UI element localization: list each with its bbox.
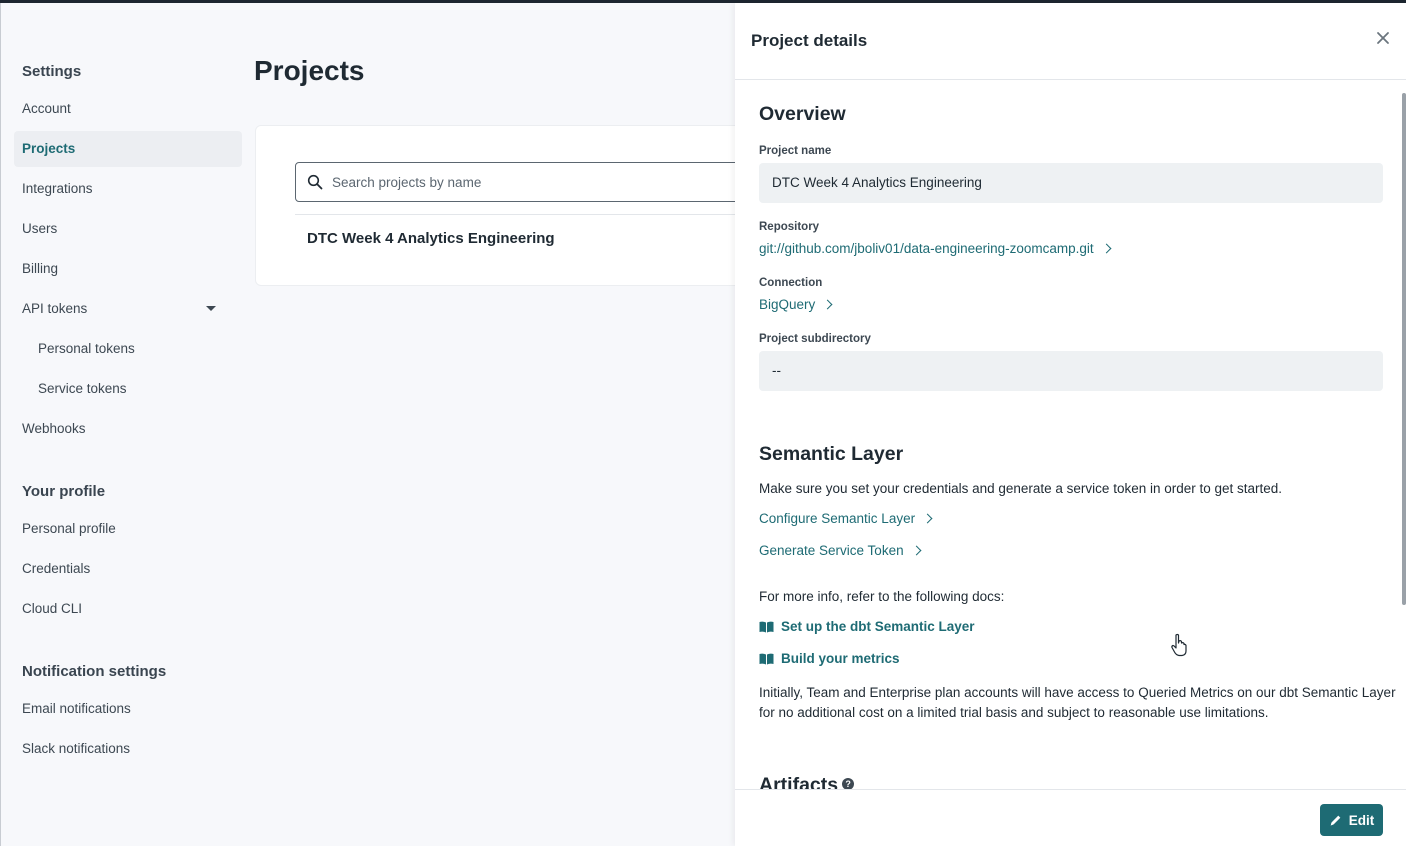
app-root: Settings Account Projects Integrations U… bbox=[0, 3, 1406, 846]
settings-heading: Settings bbox=[22, 63, 82, 80]
edit-button[interactable]: Edit bbox=[1320, 804, 1383, 836]
configure-link-text: Configure Semantic Layer bbox=[759, 511, 916, 526]
chevron-right-icon bbox=[822, 299, 833, 310]
generate-service-token-link[interactable]: Generate Service Token bbox=[759, 543, 922, 558]
book-icon bbox=[759, 621, 774, 632]
sidebar-item-credentials[interactable]: Credentials bbox=[14, 551, 242, 587]
project-name-field: DTC Week 4 Analytics Engineering bbox=[759, 163, 1383, 203]
semantic-layer-note-line1: Initially, Team and Enterprise plan acco… bbox=[759, 685, 1396, 700]
generate-link-text: Generate Service Token bbox=[759, 543, 904, 558]
doc-link-build-metrics[interactable]: Build your metrics bbox=[759, 651, 900, 666]
semantic-layer-title: Semantic Layer bbox=[759, 443, 904, 465]
connection-label: Connection bbox=[759, 277, 823, 289]
overview-title: Overview bbox=[759, 103, 846, 125]
search-icon bbox=[307, 174, 323, 190]
connection-link-text: BigQuery bbox=[759, 297, 816, 312]
edit-button-label: Edit bbox=[1348, 812, 1375, 828]
subdirectory-field: -- bbox=[759, 351, 1383, 391]
doc-link-setup-semantic-layer[interactable]: Set up the dbt Semantic Layer bbox=[759, 619, 975, 634]
panel-title: Project details bbox=[751, 31, 868, 50]
configure-semantic-layer-link[interactable]: Configure Semantic Layer bbox=[759, 511, 933, 526]
panel-footer: Edit bbox=[735, 789, 1406, 846]
profile-heading: Your profile bbox=[22, 483, 106, 500]
semantic-layer-intro: Make sure you set your credentials and g… bbox=[759, 481, 1283, 496]
hand-cursor-icon bbox=[1171, 633, 1187, 657]
panel-body[interactable]: Overview Project name DTC Week 4 Analyti… bbox=[735, 81, 1406, 789]
panel-header: Project details bbox=[735, 3, 1406, 80]
sidebar-item-api-tokens[interactable]: API tokens bbox=[14, 291, 242, 327]
sidebar-item-users[interactable]: Users bbox=[14, 211, 242, 247]
sidebar-item-slack-notifications[interactable]: Slack notifications bbox=[14, 731, 242, 767]
search-box[interactable] bbox=[295, 162, 785, 202]
sidebar-item-integrations[interactable]: Integrations bbox=[14, 171, 242, 207]
artifacts-title-text: Artifacts bbox=[759, 774, 839, 789]
sidebar-item-email-notifications[interactable]: Email notifications bbox=[14, 691, 242, 727]
sidebar-item-personal-profile[interactable]: Personal profile bbox=[14, 511, 242, 547]
sidebar-item-webhooks[interactable]: Webhooks bbox=[14, 411, 242, 447]
settings-sidebar: Settings Account Projects Integrations U… bbox=[0, 3, 250, 846]
subdirectory-label: Project subdirectory bbox=[759, 333, 871, 345]
book-icon bbox=[759, 653, 774, 664]
projects-card: DTC Week 4 Analytics Engineering bbox=[255, 125, 785, 286]
artifacts-title: Artifacts? bbox=[759, 774, 855, 789]
sidebar-item-service-tokens[interactable]: Service tokens bbox=[14, 371, 242, 407]
sidebar-item-cloud-cli[interactable]: Cloud CLI bbox=[14, 591, 242, 627]
doc-link-label: Build your metrics bbox=[781, 651, 900, 666]
page-title: Projects bbox=[254, 55, 365, 86]
doc-link-label: Set up the dbt Semantic Layer bbox=[781, 619, 975, 634]
sidebar-item-projects[interactable]: Projects bbox=[14, 131, 242, 167]
help-icon[interactable]: ? bbox=[842, 777, 855, 789]
repository-link[interactable]: git://github.com/jboliv01/data-engineeri… bbox=[759, 241, 1112, 256]
sidebar-item-label: API tokens bbox=[22, 301, 88, 316]
semantic-layer-note-line2: for no additional cost on a limited tria… bbox=[759, 705, 1269, 720]
connection-link[interactable]: BigQuery bbox=[759, 297, 833, 312]
project-name-label: Project name bbox=[759, 145, 832, 157]
panel-scrollbar[interactable] bbox=[1402, 93, 1406, 605]
sidebar-item-billing[interactable]: Billing bbox=[14, 251, 242, 287]
search-input[interactable] bbox=[332, 163, 772, 201]
pencil-icon bbox=[1330, 815, 1341, 826]
project-row[interactable]: DTC Week 4 Analytics Engineering bbox=[307, 230, 555, 247]
close-icon[interactable] bbox=[1374, 29, 1392, 47]
chevron-right-icon bbox=[922, 513, 933, 524]
docs-intro: For more info, refer to the following do… bbox=[759, 589, 1005, 604]
divider bbox=[295, 214, 785, 215]
chevron-right-icon bbox=[1101, 243, 1112, 254]
caret-down-icon[interactable] bbox=[206, 306, 216, 311]
repository-label: Repository bbox=[759, 221, 820, 233]
sidebar-item-account[interactable]: Account bbox=[14, 91, 242, 127]
project-details-panel: Project details Overview Project name DT… bbox=[735, 3, 1406, 846]
repository-link-text: git://github.com/jboliv01/data-engineeri… bbox=[759, 241, 1094, 256]
chevron-right-icon bbox=[911, 545, 922, 556]
notification-heading: Notification settings bbox=[22, 663, 167, 680]
sidebar-item-personal-tokens[interactable]: Personal tokens bbox=[14, 331, 242, 367]
